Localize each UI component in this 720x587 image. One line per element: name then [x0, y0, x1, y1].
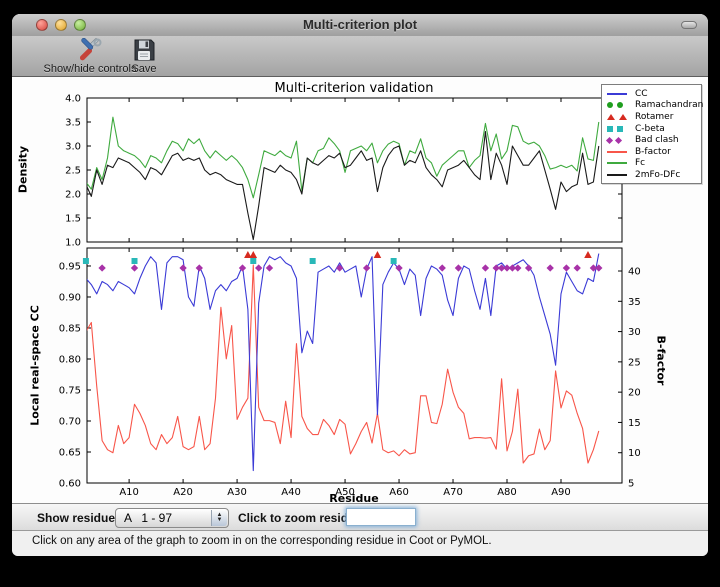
svg-text:A90: A90: [551, 487, 571, 498]
bad-clash-legend-marker: [615, 137, 622, 144]
svg-text:3.0: 3.0: [65, 142, 81, 153]
legend-entry: B-factor: [602, 146, 701, 158]
svg-text:1.0: 1.0: [65, 238, 81, 249]
legend-entry: Ramachandran: [602, 100, 701, 112]
cc-legend-marker: [607, 93, 627, 95]
show-residues-label: Show residues:: [37, 511, 126, 525]
residue-range-popup[interactable]: A 1 - 97 ▲▼: [115, 508, 229, 528]
fc-legend-marker: [607, 162, 627, 164]
svg-text:A20: A20: [173, 487, 193, 498]
plot-figure: 4.0 3.5 3.0 2.5 2.0 1.5 1.0 0.95 0.90 0.85 0.80 0.7…: [12, 77, 708, 503]
svg-text:2.0: 2.0: [65, 190, 81, 201]
svg-text:20: 20: [628, 388, 641, 399]
svg-text:25: 25: [628, 357, 641, 368]
residue-range-value: A 1 - 97: [124, 511, 172, 525]
legend-entry: CC: [602, 88, 701, 100]
2mfo-dfc-legend-marker: [607, 174, 627, 176]
window-title: Multi-criterion plot: [12, 17, 708, 32]
status-text: Click on any area of the graph to zoom i…: [32, 535, 492, 547]
svg-text:10: 10: [628, 448, 641, 459]
legend-entry: C-beta: [602, 123, 701, 135]
popup-stepper-icon: ▲▼: [211, 510, 227, 526]
ramachandran-legend-marker: [607, 102, 613, 108]
svg-text:A30: A30: [227, 487, 247, 498]
toolbar-toggle-lozenge[interactable]: [681, 21, 697, 29]
status-bar: Click on any area of the graph to zoom i…: [12, 531, 708, 556]
svg-text:0.75: 0.75: [59, 385, 81, 396]
cc-axis-label: Local real-space CC: [29, 301, 42, 431]
legend-label: Fc: [633, 158, 645, 168]
legend-entry: Fc: [602, 158, 701, 170]
svg-text:1.5: 1.5: [65, 214, 81, 225]
legend-entry: 2mFo-DFc: [602, 169, 701, 181]
density-axis-label: Density: [17, 125, 30, 215]
svg-text:0.80: 0.80: [59, 354, 81, 365]
svg-text:A70: A70: [443, 487, 463, 498]
svg-text:5: 5: [628, 479, 634, 490]
plot-legend: CCRamachandran Rotamer C-betaBad clash B-fa…: [601, 84, 702, 184]
svg-text:0.90: 0.90: [59, 292, 81, 303]
svg-text:30: 30: [628, 327, 641, 338]
title-bar[interactable]: Multi-criterion plot: [12, 14, 708, 37]
legend-entry: Rotamer: [602, 111, 701, 123]
rotamer-legend-marker: [619, 114, 627, 120]
svg-text:3.5: 3.5: [65, 118, 81, 129]
svg-text:4.0: 4.0: [65, 94, 81, 105]
svg-text:0.85: 0.85: [59, 323, 81, 334]
tools-icon: [77, 38, 103, 63]
svg-text:A80: A80: [497, 487, 517, 498]
toolbar: Show/hide controls Save: [12, 36, 708, 77]
toolbar-button-label: Save: [131, 63, 156, 75]
controls-bar: Show residues: A 1 - 97 ▲▼ Click to zoom…: [12, 503, 708, 531]
legend-label: Rotamer: [633, 112, 673, 122]
svg-text:0.70: 0.70: [59, 416, 81, 427]
floppy-disk-icon: [131, 38, 157, 63]
svg-text:40: 40: [628, 267, 641, 278]
svg-text:A10: A10: [119, 487, 139, 498]
svg-text:35: 35: [628, 297, 641, 308]
legend-label: Bad clash: [633, 135, 679, 145]
save-button[interactable]: Save: [119, 37, 169, 75]
svg-text:0.65: 0.65: [59, 447, 81, 458]
legend-label: Ramachandran: [633, 100, 703, 110]
legend-label: C-beta: [633, 124, 665, 134]
svg-text:0.95: 0.95: [59, 261, 81, 272]
bfactor-axis-label: B-factor: [655, 326, 668, 396]
bad-clash-legend-marker: [606, 137, 613, 144]
plot-title: Multi-criterion validation: [204, 81, 504, 96]
c-beta-legend-marker: [607, 126, 613, 132]
desktop: Multi-criterion plot Show/hide controls: [0, 0, 720, 587]
svg-text:15: 15: [628, 418, 641, 429]
rotamer-legend-marker: [607, 114, 615, 120]
b-factor-legend-marker: [607, 151, 627, 153]
legend-entry: Bad clash: [602, 134, 701, 146]
multi-criterion-plot-window: Multi-criterion plot Show/hide controls: [12, 14, 708, 556]
legend-label: B-factor: [633, 147, 671, 157]
ramachandran-legend-marker: [617, 102, 623, 108]
legend-label: 2mFo-DFc: [633, 170, 680, 180]
zoom-residue-input[interactable]: [346, 508, 416, 526]
svg-text:0.60: 0.60: [59, 479, 81, 490]
legend-label: CC: [633, 89, 648, 99]
svg-text:2.5: 2.5: [65, 166, 81, 177]
c-beta-legend-marker: [617, 126, 623, 132]
